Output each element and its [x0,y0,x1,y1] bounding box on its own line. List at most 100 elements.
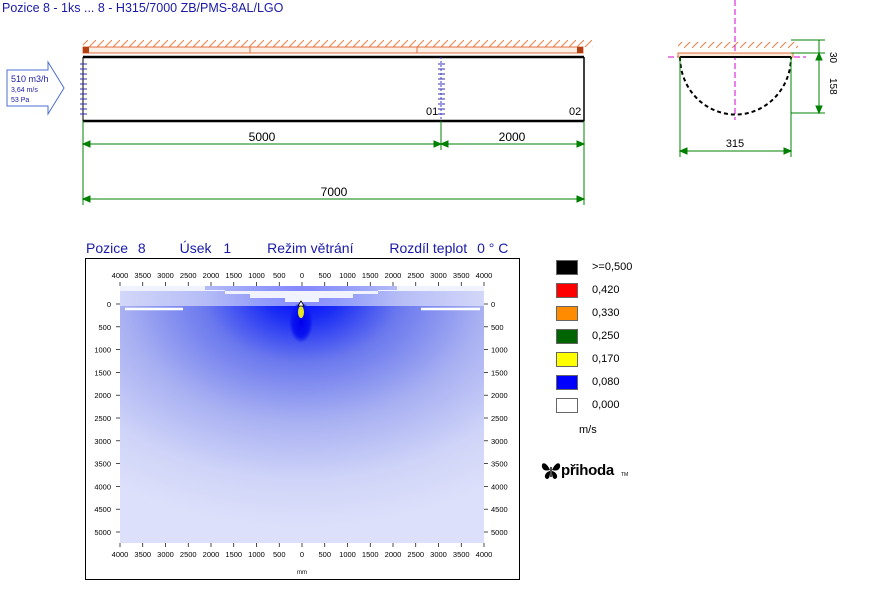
y-tick-label-right: 4500 [491,505,508,514]
legend-swatch [556,306,578,321]
suspension-rail [82,46,584,54]
velocity-plot: 4000 3500 3000 2500 2000 1500 1000 500 0 500 1000 1… [85,258,520,580]
x-tick-label-bottom: 2000 [385,550,402,559]
x-tick-label-top: 1500 [225,271,242,280]
dim-height: 158 [827,78,838,95]
inlet-flow: 510 m3/h [11,74,49,84]
legend-swatch [556,398,578,413]
y-tick-label-right: 500 [491,323,504,332]
x-tick-label-bottom: 2000 [203,550,220,559]
legend-swatch [556,260,578,275]
section-title: Pozice 8 Úsek 1 Režim větrání Rozdíl tep… [86,240,508,256]
x-tick-label-top: 2000 [385,271,402,280]
x-tick-label-top: 3500 [453,271,470,280]
y-tick-label-right: 3000 [491,437,508,446]
dim-segment-1: 5000 [249,130,276,144]
x-tick-label-top: 0 [300,271,304,280]
y-tick-label-left: 0 [107,300,111,309]
duct-cross-section: 30 158 315 [668,0,838,157]
x-tick-label-bottom: 500 [318,550,331,559]
x-tick-label-bottom: 3000 [430,550,447,559]
y-tick-label-left: 500 [98,323,111,332]
y-tick-label-right: 2500 [491,414,508,423]
y-tick-label-right: 1000 [491,346,508,355]
y-tick-label-left: 1500 [94,368,111,377]
x-tick-label-bottom: 4000 [476,550,493,559]
butterfly-icon [541,463,561,479]
ceiling-hatch [83,40,593,47]
usek-label: Úsek [179,240,212,256]
pozice-value: 8 [137,240,146,256]
y-tick-label-right: 3500 [491,460,508,469]
cross-ceiling-hatch [678,42,798,48]
duct-body [83,57,584,121]
duct-side-view: 01 02 510 m3/h 3,64 m/s 53 Pa 5000 2000 … [6,40,593,205]
inlet-pressure: 53 Pa [11,97,29,104]
x-tick-label-bottom: 2500 [180,550,197,559]
rail-end-right [577,47,583,53]
dim-top-gap: 30 [827,52,838,64]
brand-trademark: TM [621,472,629,478]
x-tick-label-top: 2000 [203,271,220,280]
dim-segment-2: 2000 [499,130,526,144]
x-tick-label-bottom: 1000 [339,550,356,559]
y-tick-label-left: 2000 [94,391,111,400]
y-tick-label-left: 1000 [94,346,111,355]
brand-name: přihoda [561,462,614,479]
x-tick-label-top: 1000 [339,271,356,280]
x-unit: mm [297,570,307,576]
dim-total: 7000 [321,185,348,199]
x-tick-label-top: 3000 [430,271,447,280]
x-tick-label-top: 3000 [157,271,174,280]
outlet-label-01: 01 [426,106,438,118]
x-tick-label-bottom: 3500 [134,550,151,559]
x-tick-label-top: 2500 [180,271,197,280]
x-tick-label-top: 2500 [407,271,424,280]
pozice-label: Pozice [86,240,129,256]
legend-label: 0,170 [592,353,620,365]
x-tick-label-bottom: 2500 [407,550,424,559]
inlet-velocity: 3,64 m/s [11,87,38,94]
legend-label: 0,420 [592,284,620,296]
y-tick-label-left: 2500 [94,414,111,423]
y-tick-label-right: 4000 [491,482,508,491]
y-tick-label-left: 4000 [94,482,111,491]
legend-label: >=0,500 [592,261,633,273]
legend-label: 0,000 [592,399,620,411]
x-tick-label-top: 500 [318,271,331,280]
x-tick-label-bottom: 4000 [112,550,129,559]
legend-swatch [556,375,578,390]
jet-high-velocity [298,306,304,318]
y-tick-label-left: 3500 [94,460,111,469]
diff-value: 0 ° C [477,240,509,256]
y-tick-label-right: 1500 [491,368,508,377]
y-tick-label-right: 5000 [491,528,508,537]
x-tick-label-top: 3500 [134,271,151,280]
y-tick-label-left: 4500 [94,505,111,514]
x-tick-label-bottom: 1500 [362,550,379,559]
legend-unit: m/s [579,424,597,436]
diff-label: Rozdíl teplot [389,240,468,256]
x-tick-label-bottom: 1000 [248,550,265,559]
y-tick-label-left: 3000 [94,437,111,446]
usek-value: 1 [223,240,232,256]
legend-label: 0,330 [592,307,620,319]
x-tick-label-bottom: 0 [300,550,304,559]
y-tick-label-right: 0 [491,300,495,309]
x-tick-label-top: 1000 [248,271,265,280]
x-tick-label-top: 1500 [362,271,379,280]
x-tick-label-bottom: 1500 [225,550,242,559]
legend-swatch [556,352,578,367]
y-tick-label-right: 2000 [491,391,508,400]
y-tick-label-left: 5000 [94,528,111,537]
legend-label: 0,250 [592,330,620,342]
x-tick-label-top: 4000 [112,271,129,280]
x-tick-label-bottom: 500 [273,550,286,559]
x-tick-label-bottom: 3000 [157,550,174,559]
legend-swatch [556,283,578,298]
legend-label: 0,080 [592,376,620,388]
legend-swatch [556,329,578,344]
x-tick-label-top: 4000 [476,271,493,280]
rail-end-left [83,47,89,53]
mode-label: Režim větrání [267,240,354,256]
